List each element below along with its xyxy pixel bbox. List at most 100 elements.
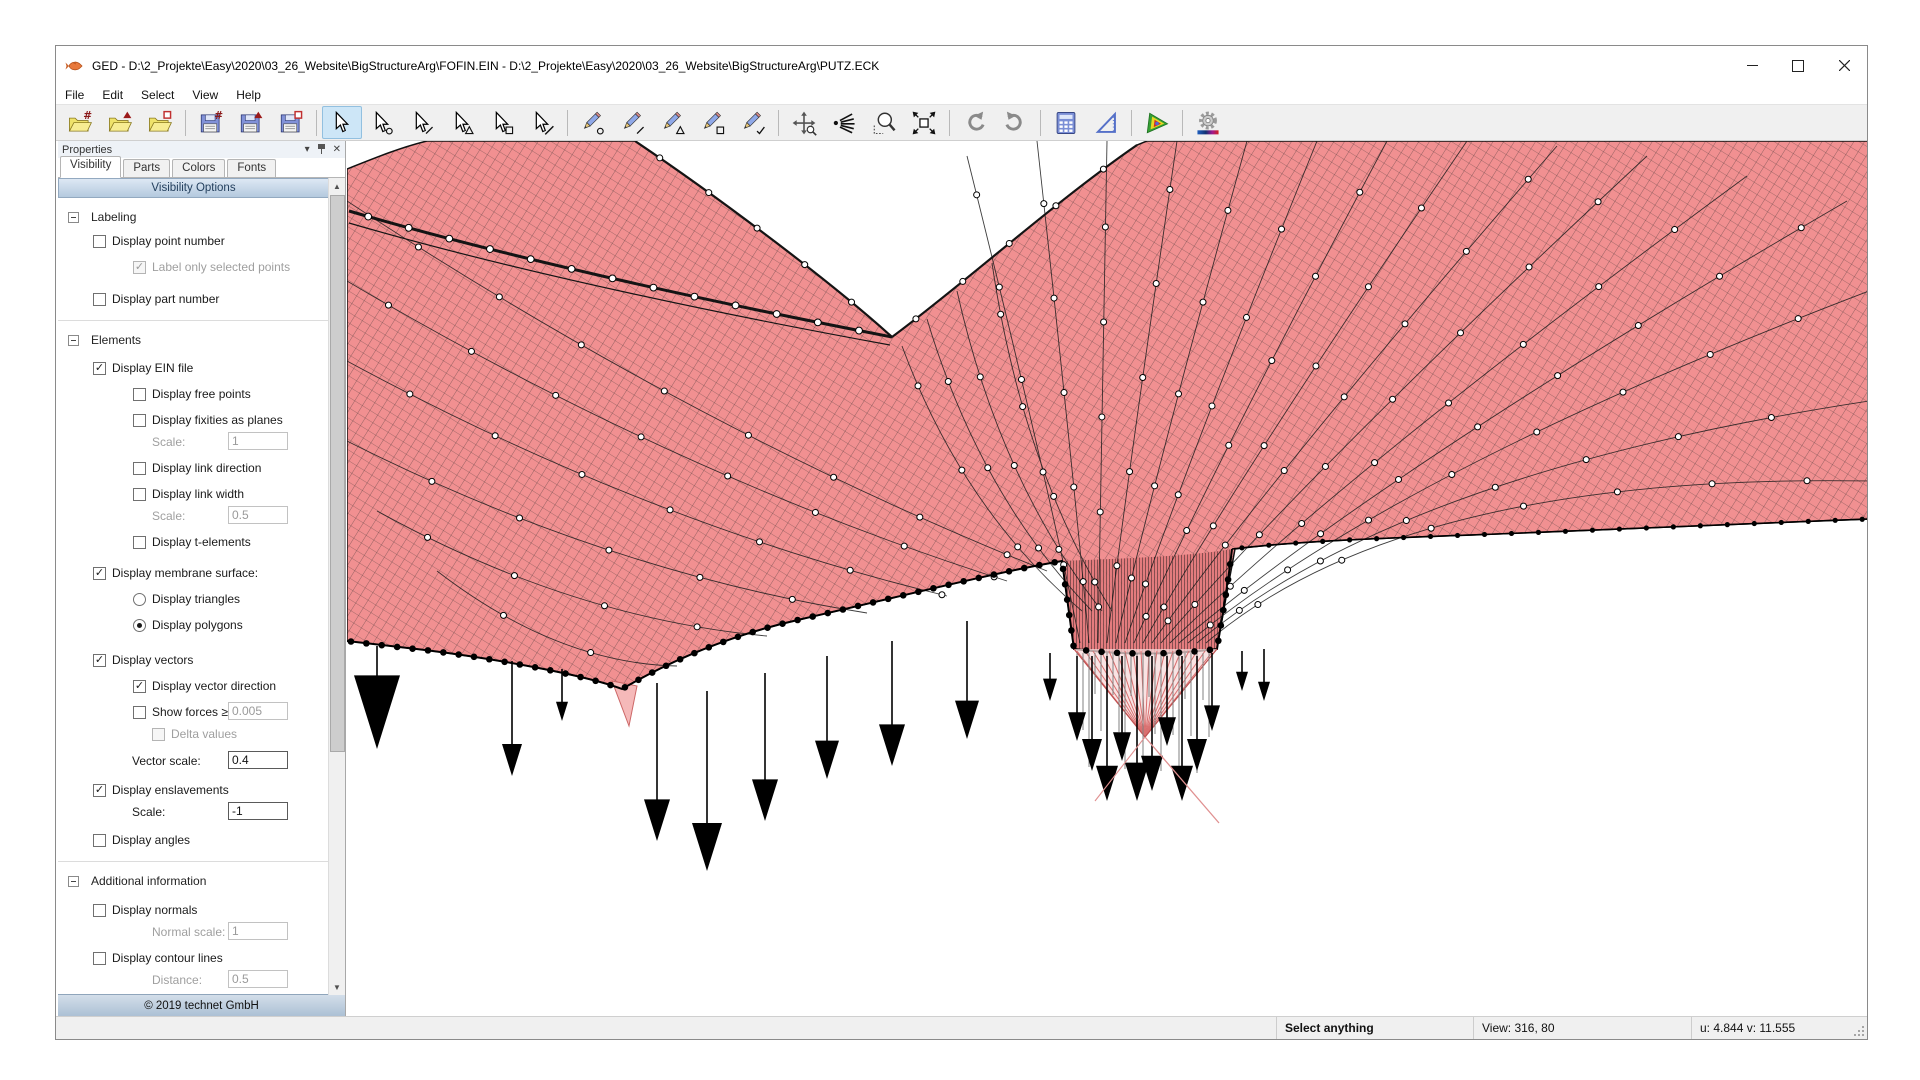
open-force-file-button[interactable] — [100, 106, 140, 139]
select-quads-button[interactable] — [482, 106, 522, 139]
collapse-icon[interactable] — [68, 876, 79, 887]
pencil-triangle-icon — [660, 110, 686, 136]
tab-colors[interactable]: Colors — [172, 159, 225, 177]
display-fixities-as-planes-checkbox[interactable] — [133, 414, 146, 427]
set-square-icon — [1093, 110, 1119, 136]
viewport-canvas[interactable] — [347, 141, 1867, 1017]
undo-button[interactable] — [955, 106, 995, 139]
group-elements: Elements — [58, 333, 329, 347]
display-vector-direction-checkbox[interactable]: ✓ — [133, 680, 146, 693]
auto-hide-pin-icon[interactable] — [317, 144, 326, 155]
tab-parts[interactable]: Parts — [123, 159, 170, 177]
zoom-extents-button[interactable] — [904, 106, 944, 139]
show-forces-label: Show forces ≥ — [152, 705, 228, 719]
close-button[interactable] — [1821, 46, 1867, 85]
display-link-direction-checkbox[interactable] — [133, 462, 146, 475]
display-ein-file-checkbox[interactable]: ✓ — [93, 362, 106, 375]
calculator-button[interactable] — [1046, 106, 1086, 139]
save-ein-file-button[interactable]: # — [191, 106, 231, 139]
display-fixities-as-planes-label: Display fixities as planes — [152, 413, 283, 427]
panel-menu-arrow-icon[interactable]: ▾ — [305, 144, 310, 155]
display-triangles-label: Display triangles — [152, 592, 240, 606]
display-point-number-checkbox[interactable] — [93, 235, 106, 248]
app-icon-fish — [64, 56, 84, 76]
panel-scrollbar[interactable]: ▲ ▼ — [328, 178, 345, 995]
select-elements-button[interactable] — [522, 106, 562, 139]
display-triangles-radio[interactable] — [133, 593, 146, 606]
options-header: Visibility Options — [58, 178, 329, 198]
status-bar: Select anything View: 316, 80 u: 4.844 v… — [56, 1016, 1867, 1039]
move-view-button[interactable] — [784, 106, 824, 139]
display-part-number-checkbox[interactable] — [93, 293, 106, 306]
save-cut-file-button[interactable] — [271, 106, 311, 139]
menu-item-file[interactable]: File — [56, 86, 93, 104]
show-forces-checkbox[interactable] — [133, 706, 146, 719]
toolbar-separator — [1182, 110, 1183, 136]
toolbar-separator — [1040, 110, 1041, 136]
select-links-button[interactable] — [402, 106, 442, 139]
minimize-button[interactable] — [1729, 46, 1775, 85]
scale-label: Scale: — [152, 509, 185, 523]
distance-input — [228, 970, 288, 988]
settings-button[interactable] — [1188, 106, 1228, 139]
display-vectors-checkbox[interactable]: ✓ — [93, 654, 106, 667]
display-link-direction-label: Display link direction — [152, 461, 261, 475]
scroll-down-icon[interactable]: ▼ — [329, 979, 345, 995]
edit-element-button[interactable] — [733, 106, 773, 139]
row-display-contour-lines: Display contour lines — [58, 949, 329, 967]
maximize-button[interactable] — [1775, 46, 1821, 85]
scale-input[interactable] — [228, 802, 288, 820]
display-enslavements-checkbox[interactable]: ✓ — [93, 784, 106, 797]
create-link-button[interactable] — [613, 106, 653, 139]
window-title: GED - D:\2_Projekte\Easy\2020\03_26_Webs… — [92, 59, 879, 73]
status-view-coords: View: 316, 80 — [1473, 1017, 1691, 1039]
force-density-view-button[interactable] — [1137, 106, 1177, 139]
display-angles-checkbox[interactable] — [93, 834, 106, 847]
display-contour-lines-checkbox[interactable] — [93, 952, 106, 965]
vector-scale-input[interactable] — [228, 751, 288, 769]
display-polygons-radio[interactable] — [133, 619, 146, 632]
cursor-square-icon — [489, 110, 515, 136]
row-scale: Scale: — [58, 433, 329, 451]
row-scale: Scale: — [58, 507, 329, 525]
row-display-part-number: Display part number — [58, 290, 329, 308]
open-ein-file-button[interactable]: # — [60, 106, 100, 139]
collapse-icon[interactable] — [68, 335, 79, 346]
redo-icon — [1002, 110, 1028, 136]
display-normals-label: Display normals — [112, 903, 197, 917]
scroll-thumb[interactable] — [330, 195, 345, 752]
panel-tabs: VisibilityPartsColorsFonts — [58, 158, 345, 178]
display-free-points-checkbox[interactable] — [133, 388, 146, 401]
tab-fonts[interactable]: Fonts — [227, 159, 276, 177]
select-points-button[interactable] — [362, 106, 402, 139]
select-triangles-button[interactable] — [442, 106, 482, 139]
menu-item-view[interactable]: View — [183, 86, 227, 104]
toolbar: ## — [56, 104, 1867, 141]
menu-item-select[interactable]: Select — [132, 86, 183, 104]
zoom-window-button[interactable] — [864, 106, 904, 139]
scroll-up-icon[interactable]: ▲ — [329, 178, 345, 194]
display-normals-checkbox[interactable] — [93, 904, 106, 917]
panel-close-icon[interactable]: ✕ — [333, 144, 341, 155]
scale-input — [228, 506, 288, 524]
create-triangle-button[interactable] — [653, 106, 693, 139]
resize-grip[interactable] — [1849, 1017, 1867, 1039]
membrane-drawing — [347, 141, 1867, 1017]
open-cut-file-button[interactable] — [140, 106, 180, 139]
save-force-file-button[interactable] — [231, 106, 271, 139]
scale-label: Scale: — [152, 435, 185, 449]
create-point-button[interactable] — [573, 106, 613, 139]
menu-item-help[interactable]: Help — [227, 86, 270, 104]
toolbar-separator — [185, 110, 186, 136]
create-quad-button[interactable] — [693, 106, 733, 139]
redo-button[interactable] — [995, 106, 1035, 139]
dynamic-zoom-button[interactable] — [824, 106, 864, 139]
menu-item-edit[interactable]: Edit — [93, 86, 132, 104]
collapse-icon[interactable] — [68, 212, 79, 223]
select-anything-button[interactable] — [322, 106, 362, 139]
display-link-width-checkbox[interactable] — [133, 488, 146, 501]
display-membrane-surface-checkbox[interactable]: ✓ — [93, 567, 106, 580]
tab-visibility[interactable]: Visibility — [60, 156, 121, 178]
measure-button[interactable] — [1086, 106, 1126, 139]
display-t-elements-checkbox[interactable] — [133, 536, 146, 549]
